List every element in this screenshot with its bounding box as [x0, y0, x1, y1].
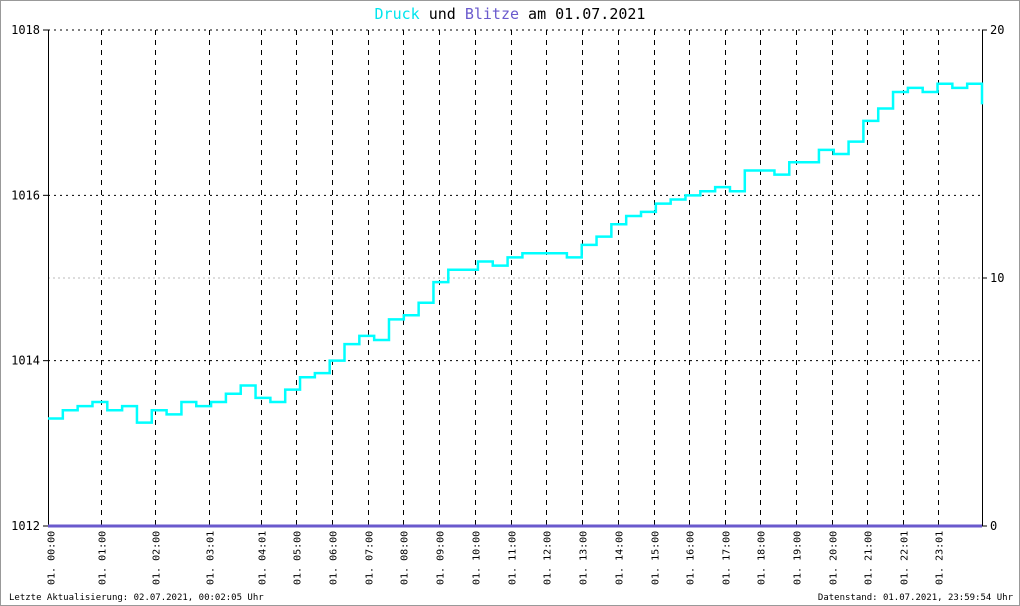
x-tick-label: 01. 02:00 [152, 531, 163, 585]
y-tick-label-right: 10 [990, 271, 1004, 285]
x-tick-label: 01. 12:00 [543, 531, 554, 585]
x-tick-label: 01. 14:00 [615, 531, 626, 585]
x-tick-label: 01. 06:00 [329, 531, 340, 585]
x-tick-label: 01. 07:00 [365, 531, 376, 585]
footer-data-status: Datenstand: 01.07.2021, 23:59:54 Uhr [817, 593, 1013, 603]
x-tick-label: 01. 18:00 [757, 531, 768, 585]
x-tick-label: 01. 17:00 [722, 531, 733, 585]
x-tick-label: 01. 09:00 [436, 531, 447, 585]
x-tick-label: 01. 13:00 [579, 531, 590, 585]
x-tick-label: 01. 05:00 [293, 531, 304, 585]
x-tick-label: 01. 11:00 [508, 531, 519, 585]
x-tick-label: 01. 04:01 [258, 531, 269, 585]
y-tick-label-left: 1012 [11, 519, 40, 533]
x-tick-label: 01. 23:01 [935, 531, 946, 585]
x-tick-label: 01. 10:00 [472, 531, 483, 585]
x-tick-label: 01. 19:00 [793, 531, 804, 585]
x-tick-label: 01. 21:00 [864, 531, 875, 585]
x-tick-label: 01. 03:01 [206, 531, 217, 585]
chart-image: Druck und Blitze am 01.07.2021 1012 1014 1… [0, 0, 1020, 606]
y-tick-label-right: 20 [990, 23, 1004, 37]
x-tick-label: 01. 16:00 [686, 531, 697, 585]
x-tick-label: 01. 00:00 [47, 531, 58, 585]
x-tick-label: 01. 15:00 [651, 531, 662, 585]
y-tick-label-left: 1016 [11, 188, 40, 202]
x-tick-label: 01. 08:00 [400, 531, 411, 585]
y-tick-label-left: 1018 [11, 23, 40, 37]
y-tick-label-right: 0 [990, 519, 997, 533]
x-tick-label: 01. 20:00 [829, 531, 840, 585]
image-frame [0, 0, 1020, 606]
x-tick-label: 01. 01:00 [98, 531, 109, 585]
chart-svg: 1012 1014 1016 1018 0 10 20 01. 00:00 01. 01:00 0… [0, 0, 1020, 606]
x-tick-label: 01. 22:01 [900, 531, 911, 585]
y-tick-label-left: 1014 [11, 354, 40, 368]
series-druck [48, 82, 984, 424]
footer-last-update: Letzte Aktualisierung: 02.07.2021, 00:02… [9, 593, 264, 603]
